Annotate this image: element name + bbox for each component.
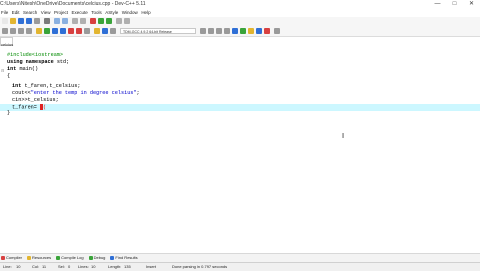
menu-project[interactable]: Project: [53, 9, 71, 16]
menu-help[interactable]: Help: [140, 9, 153, 16]
tab-debug[interactable]: Debug: [88, 254, 110, 262]
goto-icon[interactable]: [90, 18, 96, 24]
close-button[interactable]: ✕: [463, 0, 480, 9]
compiler-select[interactable]: TDM-GCC 4.9.2 64-bit Release: [120, 28, 196, 34]
editor-gutter: [0, 48, 6, 248]
open-folder-icon[interactable]: [10, 18, 16, 24]
save-all-icon[interactable]: [26, 18, 32, 24]
maximize-button[interactable]: □: [446, 0, 463, 9]
current-line-highlight: [0, 104, 480, 111]
redo-icon[interactable]: [62, 18, 68, 24]
code-line-4[interactable]: {: [7, 73, 10, 80]
clean-icon[interactable]: [110, 28, 116, 34]
replace-icon[interactable]: [80, 18, 86, 24]
insert-icon[interactable]: [10, 28, 16, 34]
code-line-3[interactable]: int main(): [7, 66, 38, 73]
close-file-icon[interactable]: [34, 18, 40, 24]
menu-file[interactable]: File: [0, 9, 11, 16]
code-line-2[interactable]: using namespace std;: [7, 59, 69, 66]
help-icon[interactable]: [232, 28, 238, 34]
view-icon[interactable]: [248, 28, 254, 34]
toggle-comment-icon[interactable]: [216, 28, 222, 34]
rebuild-icon[interactable]: [60, 28, 66, 34]
menu-view[interactable]: View: [40, 9, 53, 16]
find-icon[interactable]: [72, 18, 78, 24]
menu-window[interactable]: Window: [121, 9, 141, 16]
insert-snippet-icon[interactable]: [208, 28, 214, 34]
profile-icon[interactable]: [84, 28, 90, 34]
window-title: C:\Users\Nitesh\OneDrive\Documents\celci…: [0, 1, 146, 7]
tab-find-results[interactable]: Find Results: [109, 254, 141, 262]
resources-icon: [27, 256, 32, 260]
new-file-icon[interactable]: [2, 18, 8, 24]
compile-icon[interactable]: [36, 28, 42, 34]
menu-bar: File Edit Search View Project Execute To…: [0, 9, 480, 16]
code-line-6[interactable]: int t_faren,t_celsius;: [12, 83, 81, 90]
stop-icon[interactable]: [76, 28, 82, 34]
ibeam-cursor-icon: I: [342, 132, 345, 140]
fullscreen-icon[interactable]: [274, 28, 280, 34]
menu-search[interactable]: Search: [22, 9, 40, 16]
undo-icon[interactable]: [54, 18, 60, 24]
window-icon[interactable]: [256, 28, 262, 34]
title-bar: C:\Users\Nitesh\OneDrive\Documents\celci…: [0, 0, 480, 9]
code-line-9[interactable]: t_faren= (: [12, 104, 46, 111]
find-results-icon: [110, 256, 115, 260]
window-controls: — □ ✕: [429, 0, 480, 9]
code-line-7[interactable]: cout<<"enter the temp in degree celsius"…: [12, 90, 140, 97]
options-icon[interactable]: [124, 18, 130, 24]
format-icon[interactable]: [224, 28, 230, 34]
minimize-button[interactable]: —: [429, 0, 446, 9]
bottom-panel-tabs: Compiler Resources Compile Log Debug Fin…: [0, 253, 480, 262]
print-icon[interactable]: [44, 18, 50, 24]
project-icon[interactable]: [116, 18, 122, 24]
toggle-bookmark-icon[interactable]: [18, 28, 24, 34]
code-line-10[interactable]: }: [7, 110, 10, 117]
class-browser-icon[interactable]: [2, 28, 8, 34]
code-editor[interactable]: ⊟ #include<iostream> using namespace std…: [0, 48, 480, 248]
goto-bookmark-icon[interactable]: [26, 28, 32, 34]
menu-edit[interactable]: Edit: [11, 9, 22, 16]
compile-toolbar: TDM-GCC 4.9.2 64-bit Release: [0, 26, 480, 37]
run-icon[interactable]: [44, 28, 50, 34]
compiler-icon: [1, 256, 5, 260]
unindent-icon[interactable]: [106, 18, 112, 24]
check-icon[interactable]: [240, 28, 246, 34]
tab-compiler[interactable]: Compiler: [0, 254, 26, 262]
code-line-8[interactable]: cin>>t_celsius;: [12, 97, 59, 104]
tab-compile-log[interactable]: Compile Log: [55, 254, 87, 262]
menu-astyle[interactable]: AStyle: [104, 9, 121, 16]
save-icon[interactable]: [18, 18, 24, 24]
new-icon[interactable]: [200, 28, 206, 34]
debug-tab-icon: [88, 256, 93, 260]
abort-icon[interactable]: [94, 28, 100, 34]
fold-marker-icon[interactable]: ⊟: [1, 68, 4, 73]
close-all-icon[interactable]: [264, 28, 270, 34]
debug-icon[interactable]: [68, 28, 74, 34]
code-line-1[interactable]: #include<iostream>: [7, 52, 63, 59]
syntax-check-icon[interactable]: [102, 28, 108, 34]
tab-resources[interactable]: Resources: [26, 254, 55, 262]
indent-icon[interactable]: [98, 18, 104, 24]
compile-run-icon[interactable]: [52, 28, 58, 34]
compile-log-icon: [56, 256, 61, 260]
menu-execute[interactable]: Execute: [71, 9, 91, 16]
menu-tools[interactable]: Tools: [90, 9, 104, 16]
